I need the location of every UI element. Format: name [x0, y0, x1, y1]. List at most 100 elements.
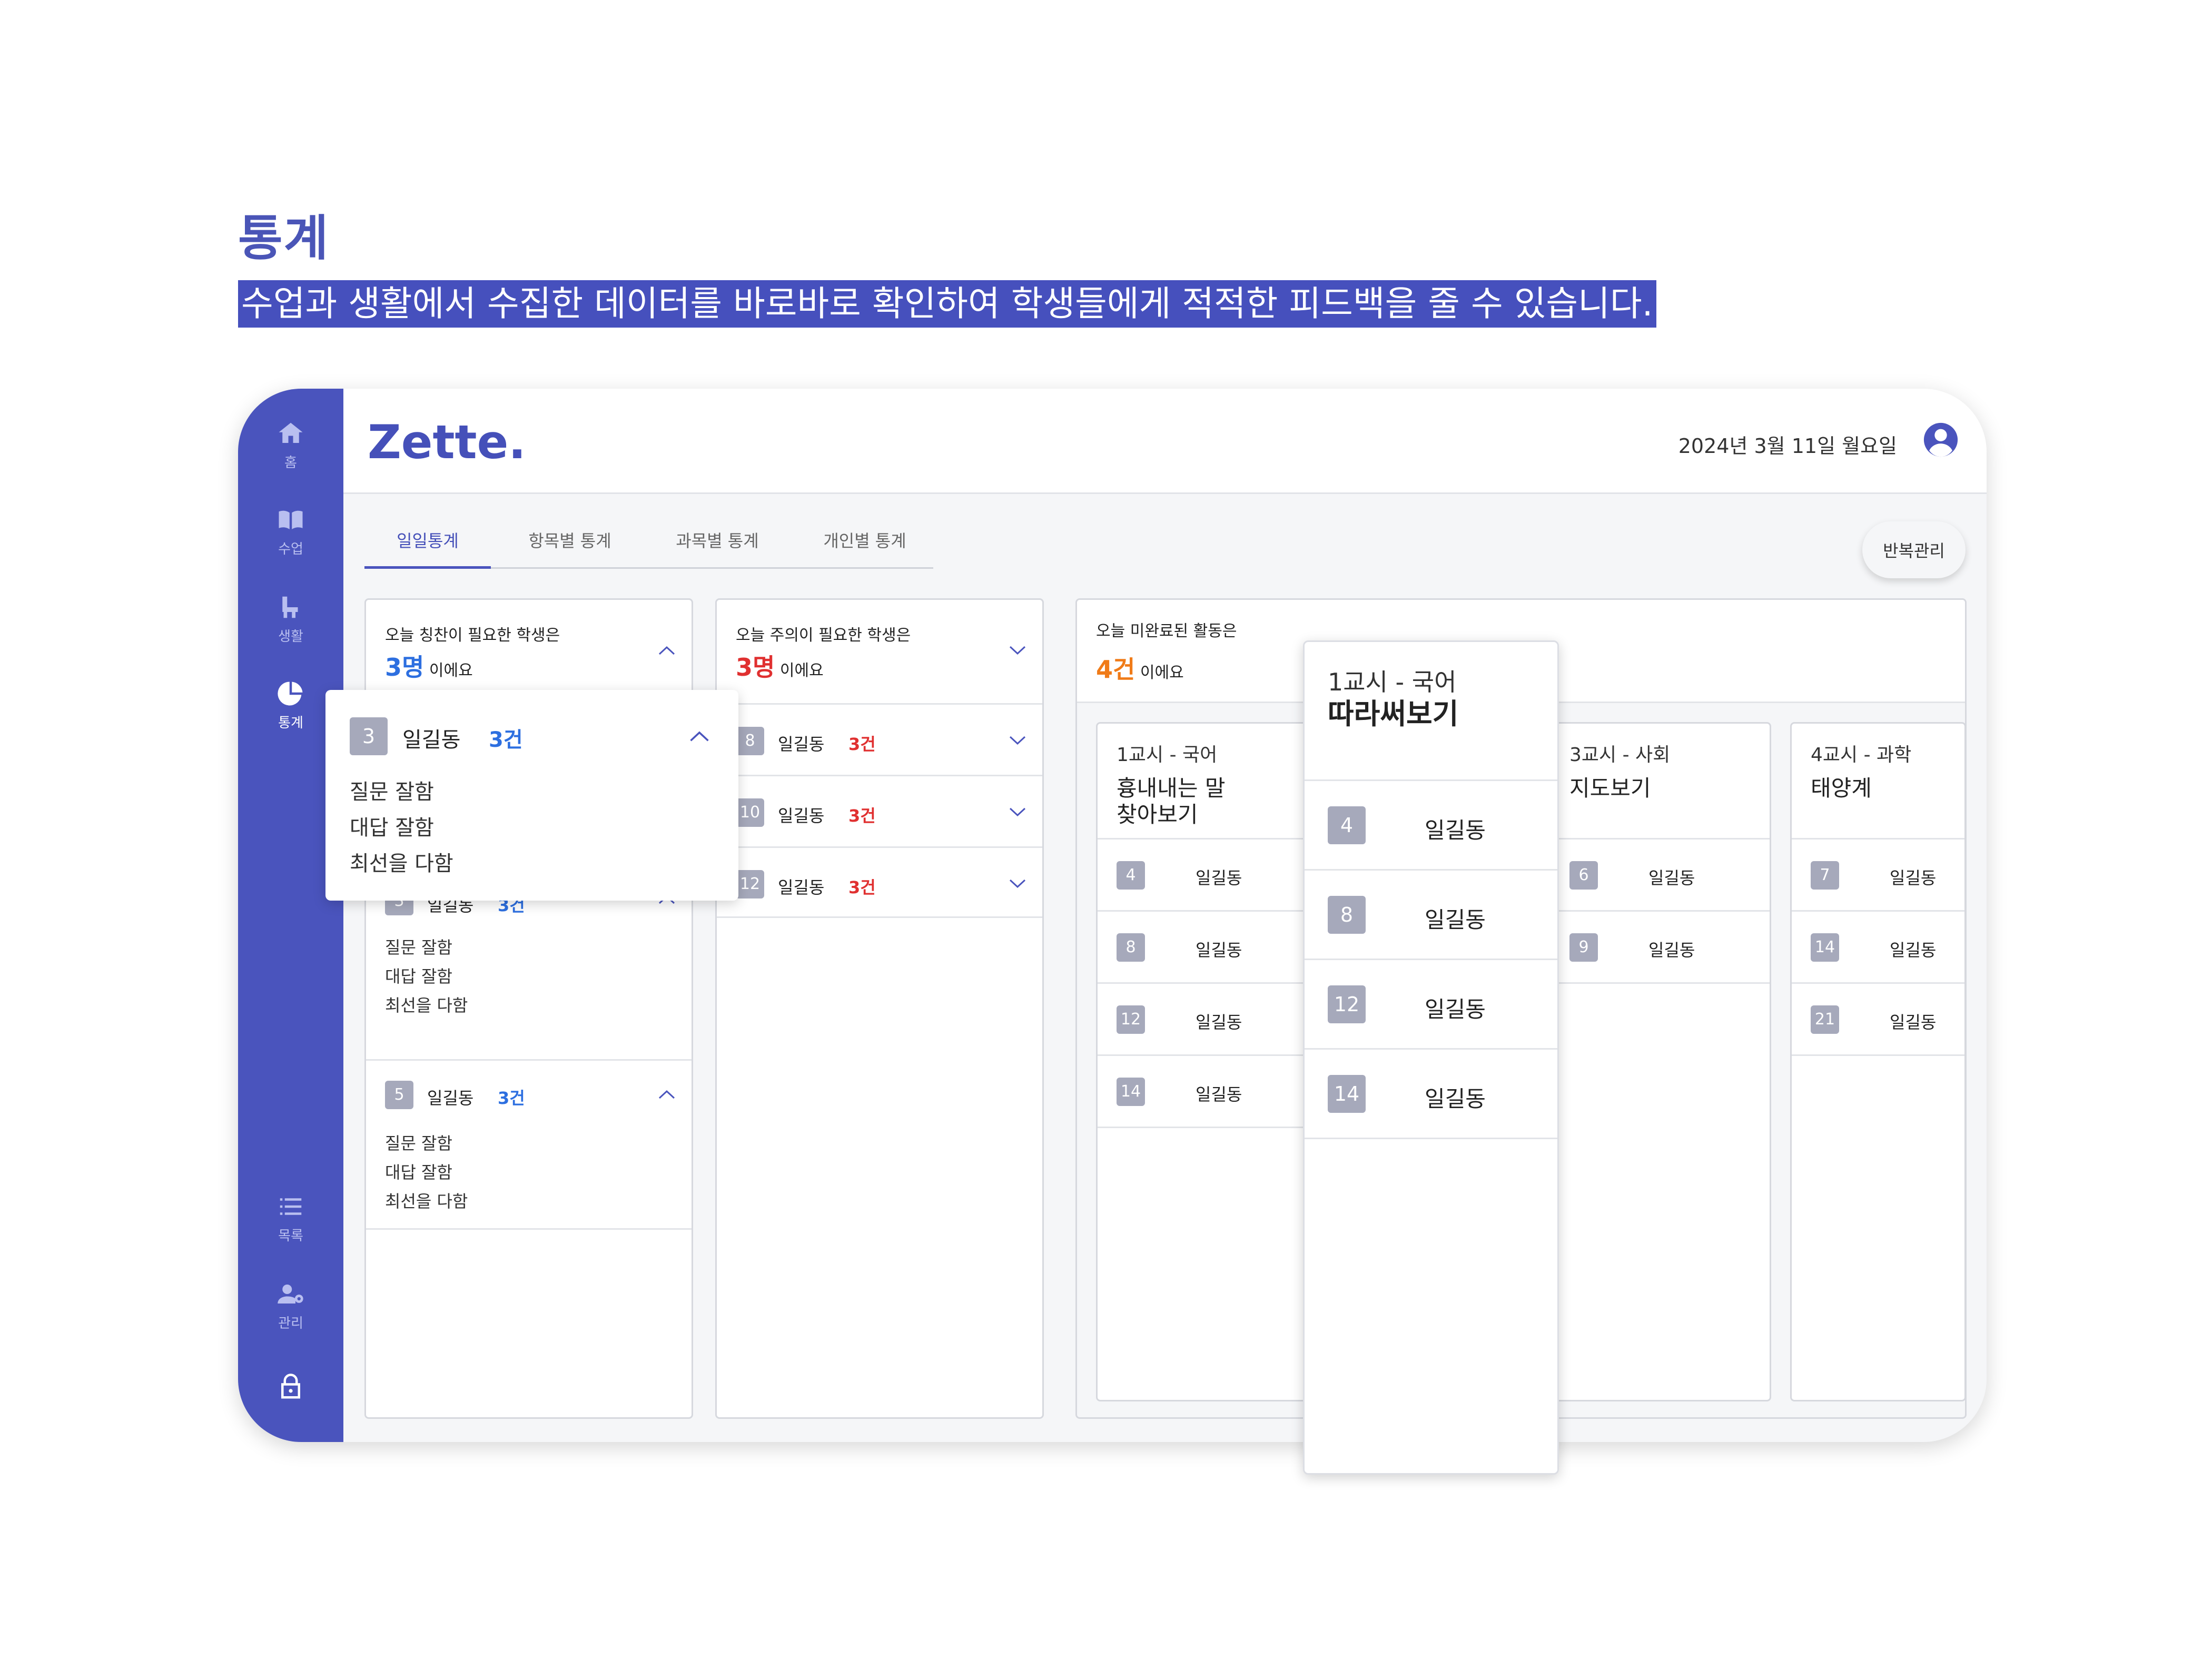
detail-item: 질문 잘함	[385, 1133, 452, 1153]
caution-suffix: 이에요	[779, 661, 824, 680]
student-count: 3건	[848, 734, 876, 754]
student-name: 일길동	[1425, 907, 1486, 933]
student-name: 일길동	[778, 734, 825, 754]
list-item[interactable]: 12 일길동	[1098, 984, 1322, 1056]
student-name: 일길동	[1648, 868, 1695, 888]
chevron-down-icon[interactable]	[1009, 735, 1026, 746]
activities-suffix: 이에요	[1140, 664, 1184, 682]
detail-item: 최선을 다함	[385, 1191, 468, 1211]
chevron-up-icon[interactable]	[658, 1089, 676, 1100]
detail-item: 질문 잘함	[385, 937, 452, 957]
list-item[interactable]: 12 일길동 3건	[717, 846, 1042, 918]
lock-button[interactable]	[238, 1372, 343, 1401]
student-name: 일길동	[1196, 868, 1242, 888]
activity-name-line: 찾아보기	[1117, 802, 1198, 827]
activity-column: 3교시 - 사회 지도보기 6 일길동 9 일길동	[1549, 722, 1771, 1401]
chevron-down-icon[interactable]	[1009, 807, 1026, 817]
student-number-badge: 7	[1811, 861, 1839, 890]
activity-name-line: 흉내내는 말	[1117, 775, 1226, 801]
logo: Zette.	[368, 415, 526, 469]
list-item[interactable]: 8 일길동 3건	[717, 703, 1042, 775]
chevron-up-icon[interactable]	[658, 645, 676, 656]
student-number-badge: 4	[1328, 806, 1366, 844]
list-item[interactable]: 14 일길동	[1098, 1056, 1322, 1128]
student-count: 3건	[498, 1088, 525, 1108]
tab-item[interactable]: 항목별 통계	[501, 522, 638, 569]
tab-daily[interactable]: 일일통계	[364, 522, 491, 569]
activity-header: 1교시 - 국어 흉내내는 말 찾아보기	[1098, 724, 1322, 840]
activity-column: 1교시 - 국어 흉내내는 말 찾아보기 4 일길동 8 일길동 12 일길동 …	[1096, 722, 1324, 1401]
list-item[interactable]: 9 일길동	[1551, 912, 1770, 984]
repeat-manage-button[interactable]: 반복관리	[1862, 521, 1966, 578]
sidebar-item-manage[interactable]: 관리	[238, 1280, 343, 1332]
activities-title: 오늘 미완료된 활동은	[1096, 622, 1237, 640]
student-name: 일길동	[1890, 940, 1937, 960]
activity-name: 따라써보기	[1328, 697, 1459, 730]
user-gear-icon	[278, 1285, 303, 1303]
list-item[interactable]: 10 일길동 3건	[717, 775, 1042, 846]
detail-item: 최선을 다함	[350, 852, 453, 876]
caution-count-line: 3명 이에요	[736, 648, 824, 683]
list-item[interactable]: 4 일길동	[1098, 840, 1322, 912]
student-number-badge: 12	[1328, 985, 1366, 1023]
detail-item: 대답 잘함	[385, 1162, 452, 1182]
list-item[interactable]: 8 일길동	[1098, 912, 1322, 984]
list-item[interactable]: 5 일길동 3건 질문 잘함 대답 잘함 최선을 다함	[366, 1059, 692, 1230]
list-item[interactable]: 14 일길동	[1305, 1050, 1557, 1139]
student-number-badge: 8	[736, 727, 764, 755]
caution-title: 오늘 주의이 필요한 학생은	[736, 626, 911, 645]
sidebar-item-life[interactable]: 생활	[238, 593, 343, 645]
chair-icon	[282, 596, 298, 618]
sidebar-item-label: 수업	[278, 541, 303, 557]
detail-item: 질문 잘함	[350, 780, 434, 804]
student-count: 3건	[489, 728, 523, 752]
student-name: 일길동	[778, 806, 825, 826]
sidebar-item-label: 관리	[278, 1316, 303, 1331]
sidebar: 홈 수업 생활 통계 목록 관리	[238, 389, 343, 1442]
activity-name: 지도보기	[1569, 775, 1651, 801]
chevron-down-icon[interactable]	[1009, 878, 1026, 889]
student-name: 일길동	[402, 728, 461, 752]
list-item[interactable]: 6 일길동	[1551, 840, 1770, 912]
chevron-down-icon[interactable]	[1009, 645, 1026, 656]
list-item[interactable]: 4 일길동	[1305, 781, 1557, 871]
student-number-badge: 12	[1117, 1005, 1145, 1034]
student-number-badge: 8	[1328, 896, 1366, 934]
caution-count: 3명	[736, 653, 775, 682]
activity-header: 4교시 - 과학 태양계	[1792, 724, 1964, 840]
detail-item: 최선을 다함	[385, 995, 468, 1015]
profile-avatar-icon[interactable]	[1922, 421, 1959, 458]
tab-subject[interactable]: 과목별 통계	[649, 522, 786, 569]
current-date: 2024년 3월 11일 월요일	[1678, 434, 1897, 458]
student-number-badge: 9	[1569, 933, 1598, 962]
activity-column: 4교시 - 과학 태양계 7 일길동 14 일길동 21 일길동	[1790, 722, 1965, 1401]
sidebar-item-home[interactable]: 홈	[238, 419, 343, 471]
student-name: 일길동	[1425, 996, 1486, 1022]
student-name: 일길동	[1196, 1012, 1242, 1032]
sidebar-item-list[interactable]: 목록	[238, 1192, 343, 1245]
chevron-up-icon[interactable]	[689, 730, 710, 743]
list-item[interactable]: 8 일길동	[1305, 871, 1557, 960]
list-item[interactable]: 12 일길동	[1305, 960, 1557, 1050]
list-item[interactable]: 21 일길동	[1792, 984, 1964, 1056]
section-subtitle: 수업과 생활에서 수집한 데이터를 바로바로 확인하여 학생들에게 적적한 피드…	[238, 280, 1656, 328]
student-number-badge: 14	[1328, 1075, 1366, 1113]
list-item[interactable]: 14 일길동	[1792, 912, 1964, 984]
tab-individual[interactable]: 개인별 통계	[796, 522, 933, 569]
list-item[interactable]: 3 일길동 3건 질문 잘함 대답 잘함 최선을 다함	[366, 887, 692, 1059]
activities-count-line: 4건 이에요	[1096, 650, 1184, 685]
student-count: 3건	[848, 877, 876, 897]
app-window: 홈 수업 생활 통계 목록 관리 Zette. 2024년 3월 11일 월요일	[238, 389, 1987, 1442]
student-name: 일길동	[1890, 868, 1937, 888]
list-icon	[280, 1198, 302, 1215]
top-bar: Zette. 2024년 3월 11일 월요일	[343, 389, 1987, 494]
student-name: 일길동	[1196, 940, 1242, 960]
section-title: 통계	[238, 210, 330, 266]
student-number-badge: 14	[1811, 933, 1839, 962]
sidebar-item-class[interactable]: 수업	[238, 506, 343, 558]
student-name: 일길동	[427, 1088, 474, 1108]
student-name: 일길동	[778, 877, 825, 897]
student-number-badge: 12	[736, 870, 764, 898]
list-item[interactable]: 7 일길동	[1792, 840, 1964, 912]
student-number-badge: 14	[1117, 1078, 1145, 1106]
